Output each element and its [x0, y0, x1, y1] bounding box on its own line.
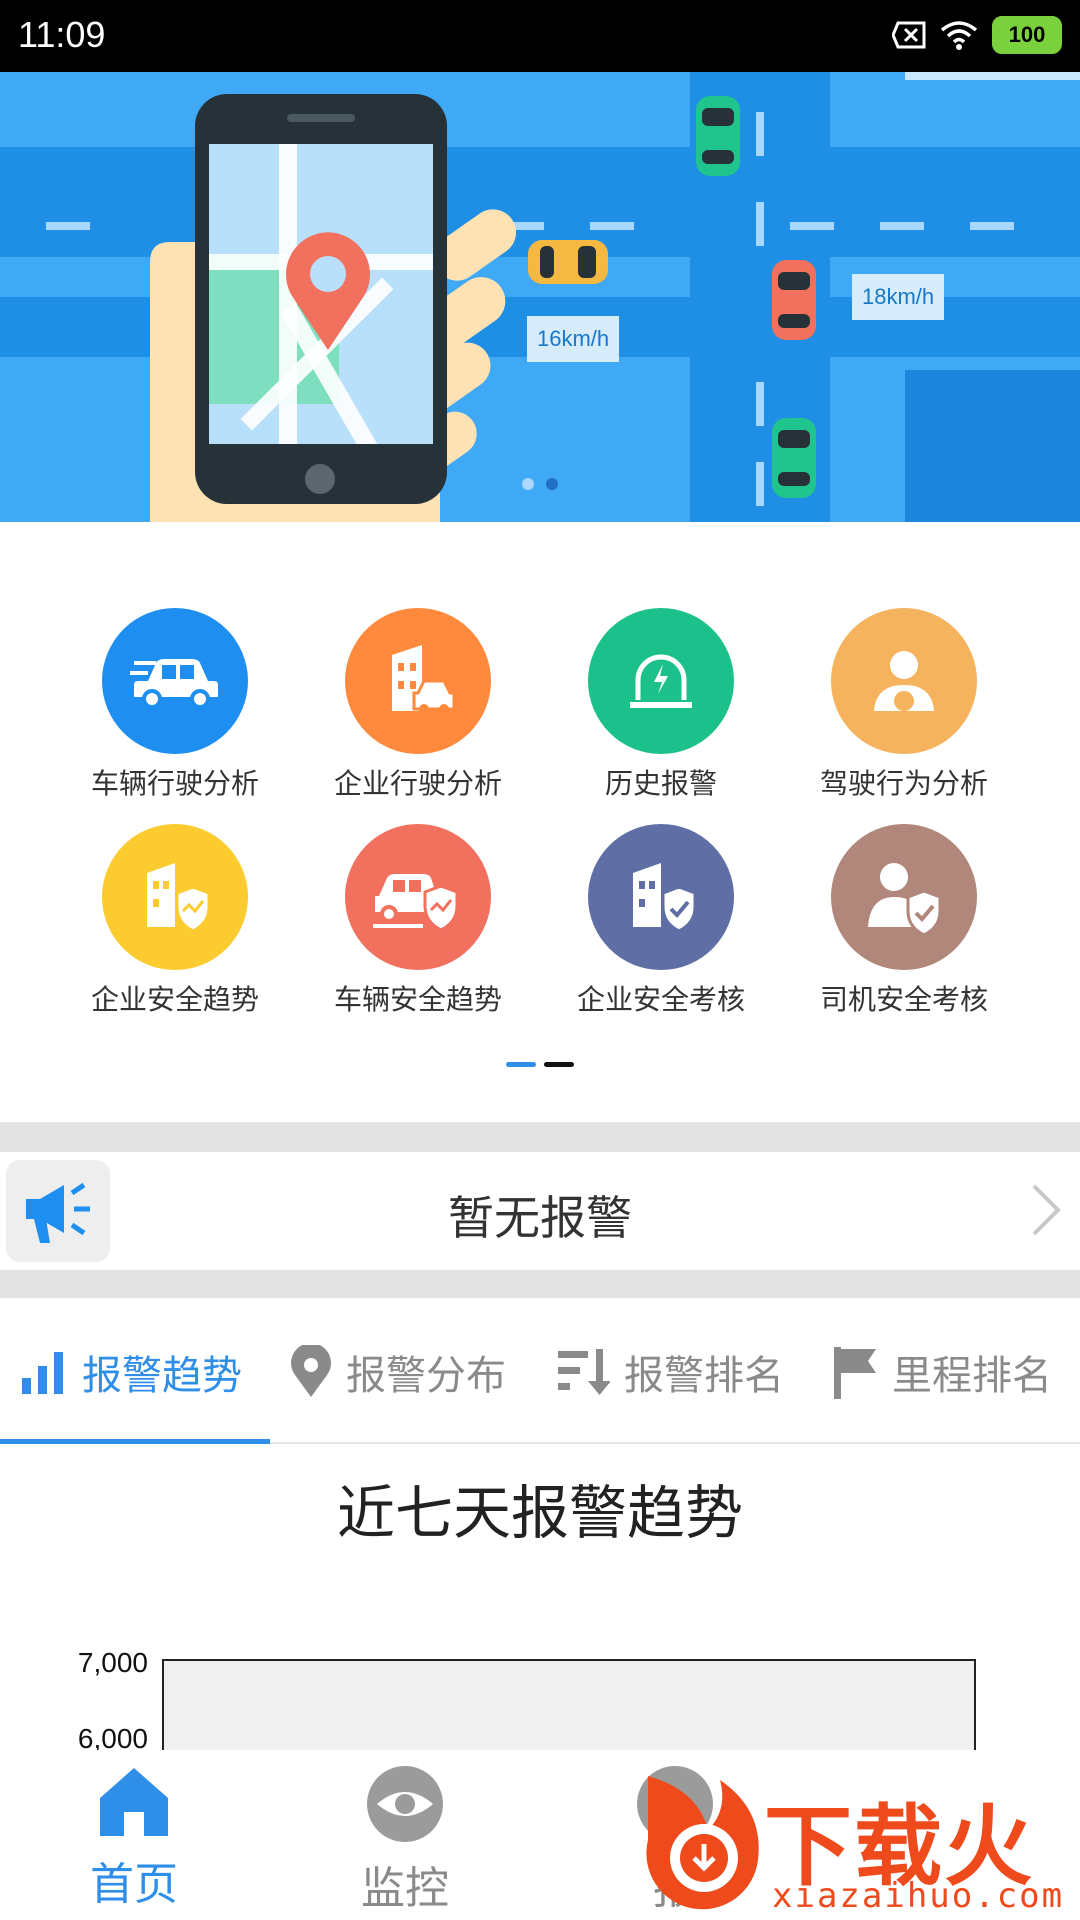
feature-icon-circle [102, 608, 248, 754]
nav-label: 监控 [361, 1863, 449, 1914]
speed-label-right: 18km/h [852, 274, 945, 320]
page-indicator [544, 1062, 574, 1067]
section-divider [0, 1270, 1080, 1298]
nav-monitor[interactable]: 监控 [305, 1764, 505, 1916]
tab-alarm-trend[interactable]: 报警趋势 [20, 1342, 242, 1402]
feature-vehicle-safety-trend[interactable]: 车辆安全趋势 [298, 824, 538, 1018]
chart-title: 近七天报警趋势 [336, 1479, 743, 1547]
car-icon [696, 96, 740, 176]
feature-icon-circle [588, 608, 734, 754]
lane-dash [790, 222, 834, 230]
feature-driver-safety-assessment[interactable]: 司机安全考核 [784, 824, 1024, 1018]
feature-label: 驾驶行为分析 [819, 767, 988, 800]
speed-label-left: 16km/h [527, 316, 620, 362]
alert-row[interactable]: 暂无报警 [0, 1152, 1080, 1270]
siren-icon [630, 654, 692, 708]
tab-alarm-ranking[interactable]: 报警排名 [556, 1342, 784, 1402]
nav-home[interactable]: 首页 [34, 1764, 234, 1912]
eye-icon [367, 1766, 443, 1842]
section-divider [0, 1122, 1080, 1152]
fire-logo-icon [646, 1776, 759, 1910]
flag-icon [834, 1347, 876, 1399]
nav-label: 首页 [90, 1859, 178, 1910]
building-block [905, 370, 1080, 522]
tab-label: 报警趋势 [82, 1353, 242, 1399]
feature-enterprise-driving-analysis[interactable]: 企业行驶分析 [298, 608, 538, 802]
y-tick-label: 6,000 [78, 1723, 148, 1750]
banner-carousel[interactable]: 16km/h 18km/h [0, 72, 1080, 522]
plot-area [162, 1659, 976, 1750]
bar-chart-icon [22, 1352, 63, 1394]
driver-icon [874, 651, 934, 711]
car-shield-trend-icon [373, 874, 459, 932]
tab-alarm-distribution[interactable]: 报警分布 [290, 1342, 506, 1402]
feature-history-alarm[interactable]: 历史报警 [541, 608, 781, 802]
feature-icon-circle [102, 824, 248, 970]
page-indicator-active [506, 1062, 536, 1067]
feature-label: 企业安全考核 [576, 983, 745, 1016]
feature-icon-circle [588, 824, 734, 970]
lane-dash [756, 202, 764, 246]
watermark-logo: 下载火 xiazaihuo.com [632, 1758, 1080, 1920]
home-icon [100, 1768, 168, 1836]
battery-level: 100 [1008, 22, 1046, 47]
lane-dash [46, 222, 90, 230]
feature-icon-circle [831, 824, 977, 970]
location-pin-icon [291, 1345, 331, 1397]
building-block [905, 72, 1080, 80]
sim-error-icon [892, 21, 926, 49]
feature-driving-behavior-analysis[interactable]: 驾驶行为分析 [784, 608, 1024, 802]
building-shield-check-icon [633, 863, 697, 933]
active-tab-indicator [0, 1439, 270, 1444]
tab-label: 报警排名 [624, 1353, 784, 1399]
lane-dash [880, 222, 924, 230]
feature-icon-circle [831, 608, 977, 754]
lane-dash [756, 462, 764, 506]
car-icon [528, 240, 608, 284]
feature-label: 企业行驶分析 [333, 767, 502, 800]
status-bar: 11:09 100 [0, 0, 1080, 72]
status-time: 11:09 [18, 14, 106, 55]
feature-label: 历史报警 [604, 767, 717, 800]
lane-dash [756, 382, 764, 426]
status-icons: 100 [892, 16, 1062, 54]
feature-enterprise-safety-assessment[interactable]: 企业安全考核 [541, 824, 781, 1018]
feature-label: 车辆安全趋势 [333, 983, 502, 1016]
feature-label: 车辆行驶分析 [90, 767, 259, 800]
grid-page-indicator [506, 1062, 574, 1067]
lane-dash [970, 222, 1014, 230]
watermark-url: xiazaihuo.com [772, 1876, 1065, 1916]
feature-label: 司机安全考核 [819, 983, 988, 1016]
lane-dash [590, 222, 634, 230]
sort-icon [558, 1349, 610, 1395]
y-tick-label: 7,000 [78, 1647, 148, 1678]
feature-enterprise-safety-trend[interactable]: 企业安全趋势 [55, 824, 295, 1018]
tab-label: 里程排名 [892, 1353, 1052, 1399]
tab-label: 报警分布 [346, 1353, 506, 1399]
feature-icon-circle [345, 824, 491, 970]
chart-tabs: 报警趋势 报警分布 报警排名 里程排名 [0, 1298, 1080, 1444]
carousel-dots [522, 478, 558, 490]
car-icon [772, 418, 816, 498]
building-shield-trend-icon [147, 863, 211, 933]
building-car-icon [392, 645, 456, 714]
feature-vehicle-driving-analysis[interactable]: 车辆行驶分析 [55, 608, 295, 802]
car-speed-icon [130, 659, 218, 709]
lane-dash [756, 112, 764, 156]
carousel-dot-active[interactable] [546, 478, 558, 490]
driver-shield-check-icon [868, 863, 942, 937]
battery-icon: 100 [992, 16, 1062, 54]
alert-status-text: 暂无报警 [448, 1191, 632, 1245]
chevron-right-icon[interactable] [1028, 1180, 1064, 1240]
feature-label: 企业安全趋势 [90, 983, 259, 1016]
carousel-dot[interactable] [522, 478, 534, 490]
car-icon [772, 260, 816, 340]
feature-icon-circle [345, 608, 491, 754]
location-marker-icon [286, 232, 370, 350]
alarm-trend-chart: 7,000 6,000 [78, 1647, 976, 1750]
tab-mileage-ranking[interactable]: 里程排名 [832, 1342, 1052, 1402]
wifi-icon [940, 21, 978, 50]
